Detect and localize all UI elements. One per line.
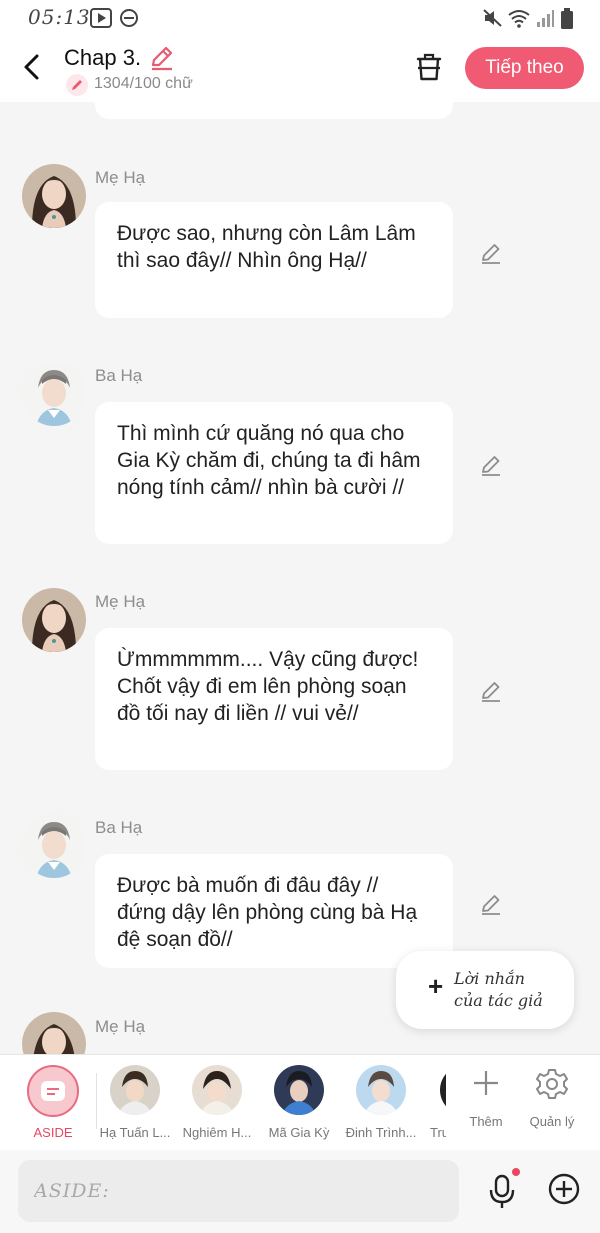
speaker-name: Mẹ Hạ xyxy=(95,168,146,187)
avatar-ba-ha[interactable] xyxy=(22,814,86,878)
character-name: Mã Gia Kỳ xyxy=(268,1125,330,1140)
avatar-me-ha[interactable] xyxy=(22,1012,86,1054)
speaker-name: Mẹ Hạ xyxy=(95,592,146,611)
chat-area[interactable]: Mẹ Hạ Được sao, nhưng còn Lâm Lâm thì sa… xyxy=(0,102,600,1054)
avatar-ba-ha[interactable] xyxy=(22,362,86,426)
character-item[interactable]: Trư xyxy=(418,1055,446,1151)
manage-label: Quản lý xyxy=(529,1114,575,1129)
add-character-label: Thêm xyxy=(469,1114,503,1129)
character-item[interactable]: Hạ Tuấn L... xyxy=(95,1055,175,1151)
message-bubble[interactable]: Ừmmmmmm.... Vậy cũng được! Chốt vậy đi e… xyxy=(95,628,453,770)
status-bar: 05:13 xyxy=(0,0,600,36)
chapter-title[interactable]: Chap 3. xyxy=(64,45,141,71)
character-item[interactable]: Mã Gia Kỳ xyxy=(259,1055,339,1151)
author-note-label: Lời nhắn của tác giả xyxy=(454,969,543,1010)
add-circle-icon[interactable] xyxy=(547,1172,581,1206)
message-bubble[interactable]: Được bà muốn đi đâu đây // đứng dậy lên … xyxy=(95,854,453,968)
microphone-icon[interactable] xyxy=(486,1168,522,1210)
trash-icon[interactable] xyxy=(414,52,444,82)
status-time: 05:13 xyxy=(28,5,91,29)
add-character-button[interactable]: Thêm xyxy=(451,1055,521,1151)
manage-button[interactable]: Quản lý xyxy=(517,1055,587,1151)
message-bubble-partial xyxy=(95,102,453,119)
character-avatar xyxy=(356,1065,406,1115)
character-avatar xyxy=(192,1065,242,1115)
author-note-button[interactable]: + Lời nhắn của tác giả xyxy=(396,951,574,1029)
avatar-me-ha[interactable] xyxy=(22,164,86,228)
character-name: Đinh Trình... xyxy=(345,1125,417,1140)
character-name: Hạ Tuấn L... xyxy=(99,1125,171,1140)
word-count-pencil-icon xyxy=(66,74,88,96)
edit-message-icon[interactable] xyxy=(479,679,503,703)
wifi-icon xyxy=(508,10,530,28)
dnd-icon xyxy=(120,9,138,27)
edit-message-icon[interactable] xyxy=(479,892,503,916)
message-bubble[interactable]: Được sao, nhưng còn Lâm Lâm thì sao đây/… xyxy=(95,202,453,318)
youtube-icon xyxy=(90,8,112,28)
avatar-me-ha[interactable] xyxy=(22,588,86,652)
character-item[interactable]: Đinh Trình... xyxy=(341,1055,421,1151)
edit-message-icon[interactable] xyxy=(479,241,503,265)
speaker-name: Ba Hạ xyxy=(95,818,143,837)
signal-icon xyxy=(537,10,554,27)
character-avatar xyxy=(274,1065,324,1115)
aside-icon xyxy=(41,1081,65,1101)
aside-button[interactable] xyxy=(27,1065,79,1117)
aside-label: ASIDE xyxy=(33,1125,73,1140)
message-input[interactable] xyxy=(18,1160,459,1222)
plus-icon: + xyxy=(428,971,444,1001)
character-avatar xyxy=(440,1065,446,1115)
header: Chap 3. 1304/100 chữ Tiếp theo xyxy=(0,36,600,102)
character-avatar xyxy=(110,1065,160,1115)
character-bar: ASIDE Hạ Tuấn L... Nghiêm H... Mã Gia Kỳ… xyxy=(0,1054,600,1150)
battery-icon xyxy=(561,8,573,29)
plus-icon xyxy=(474,1071,498,1095)
gear-icon xyxy=(536,1069,568,1099)
speaker-name: Ba Hạ xyxy=(95,366,143,385)
word-count: 1304/100 chữ xyxy=(94,75,193,92)
character-name: Trư xyxy=(430,1125,446,1140)
back-arrow-icon[interactable] xyxy=(18,50,48,84)
message-bubble[interactable]: Thì mình cứ quăng nó qua cho Gia Kỳ chăm… xyxy=(95,402,453,544)
speaker-name: Mẹ Hạ xyxy=(95,1017,146,1036)
edit-title-icon[interactable] xyxy=(148,44,176,72)
input-bar xyxy=(0,1150,600,1233)
next-button[interactable]: Tiếp theo xyxy=(465,47,584,89)
character-name: Nghiêm H... xyxy=(182,1125,252,1140)
character-item[interactable]: Nghiêm H... xyxy=(177,1055,257,1151)
edit-message-icon[interactable] xyxy=(479,453,503,477)
mute-icon xyxy=(483,9,502,27)
